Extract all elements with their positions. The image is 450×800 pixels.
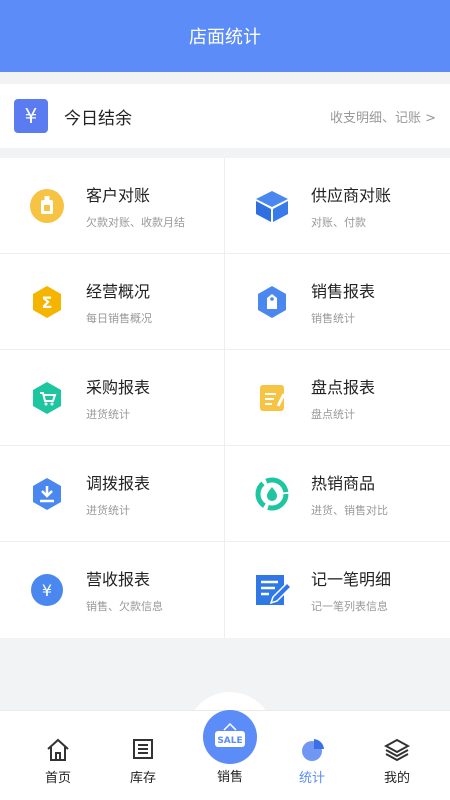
grid-item-subtitle: 记一笔列表信息	[311, 600, 388, 613]
grid-item-subtitle: 销售、欠款信息	[86, 600, 163, 613]
cart-icon	[28, 379, 66, 417]
grid-item-title: 供应商对账	[311, 185, 392, 205]
pencil-icon	[253, 379, 291, 417]
grid-item-notes-detail[interactable]: 记一笔明细 记一笔列表信息	[225, 542, 450, 638]
drop-cycle-icon	[253, 475, 291, 513]
svg-text:Σ: Σ	[42, 293, 53, 312]
download-icon	[28, 475, 66, 513]
tab-mine-label: 我的	[383, 771, 410, 786]
note-edit-icon	[253, 571, 291, 609]
grid-item-customer-reconcile[interactable]: 客户对账 欠款对账、收款月结	[0, 158, 225, 254]
grid-item-title: 销售报表	[311, 281, 376, 301]
yen-circle-icon: ¥	[28, 571, 66, 609]
grid-item-sales-report[interactable]: 销售报表 销售统计	[225, 254, 450, 350]
grid-item-purchase-report[interactable]: 采购报表 进货统计	[0, 350, 225, 446]
grid-item-title: 经营概况	[86, 281, 151, 301]
today-balance-title: 今日结余	[64, 108, 132, 129]
tab-home[interactable]: 首页	[23, 711, 93, 800]
tab-mine[interactable]: 我的	[362, 711, 432, 800]
grid-item-subtitle: 每日销售概况	[86, 311, 152, 325]
grid-item-title: 盘点报表	[311, 377, 376, 397]
grid-item-title: 调拨报表	[86, 473, 151, 493]
tag-icon	[253, 283, 291, 321]
balance-detail-link[interactable]: 收支明细、记账 >	[330, 107, 436, 126]
grid-item-revenue-report[interactable]: ¥ 营收报表 销售、欠款信息	[0, 542, 225, 638]
tab-stock[interactable]: 库存	[108, 711, 178, 800]
sale-sign-icon: SALE	[215, 722, 245, 747]
grid-item-subtitle: 对账、付款	[311, 215, 366, 229]
tab-stock-label: 库存	[129, 771, 156, 786]
header-bar: 店面统计	[0, 0, 450, 72]
page-title: 店面统计	[189, 27, 261, 48]
grid-item-title: 客户对账	[86, 185, 151, 205]
layers-icon	[383, 737, 411, 763]
home-icon	[45, 737, 71, 763]
grid-item-supplier-reconcile[interactable]: 供应商对账 对账、付款	[225, 158, 450, 254]
grid-item-title: 记一笔明细	[311, 570, 392, 589]
grid-item-inventory-report[interactable]: 盘点报表 盘点统计	[225, 350, 450, 446]
pie-chart-icon	[299, 737, 325, 763]
tab-home-label: 首页	[44, 771, 71, 786]
grid-item-subtitle: 欠款对账、收款月结	[86, 215, 185, 229]
grid-item-subtitle: 进货、销售对比	[311, 503, 388, 517]
grid-item-subtitle: 销售统计	[311, 311, 355, 325]
sigma-icon: Σ	[28, 283, 66, 321]
grid-item-subtitle: 进货统计	[86, 503, 130, 517]
grid-item-subtitle: 进货统计	[86, 407, 130, 421]
tab-stats[interactable]: 统计	[277, 711, 347, 800]
list-icon	[131, 737, 155, 763]
today-balance-row[interactable]: ¥ 今日结余 收支明细、记账 >	[0, 84, 450, 148]
grid-item-title: 采购报表	[86, 377, 151, 397]
grid-item-subtitle: 盘点统计	[311, 407, 355, 421]
sale-button[interactable]: SALE	[203, 710, 257, 764]
svg-text:¥: ¥	[42, 581, 52, 600]
yen-icon: ¥	[14, 99, 48, 133]
tab-stats-label: 统计	[298, 771, 325, 786]
badge-icon	[28, 187, 66, 225]
grid-item-title: 热销商品	[311, 473, 376, 493]
grid-item-title: 营收报表	[86, 570, 151, 589]
stats-grid: 客户对账 欠款对账、收款月结 供应商对账 对账、付款 Σ 经营概况 每日销售概况…	[0, 158, 450, 638]
grid-item-hot-products[interactable]: 热销商品 进货、销售对比	[225, 446, 450, 542]
grid-item-transfer-report[interactable]: 调拨报表 进货统计	[0, 446, 225, 542]
sale-badge-text: SALE	[217, 736, 242, 746]
box-icon	[253, 187, 291, 225]
grid-item-business-overview[interactable]: Σ 经营概况 每日销售概况	[0, 254, 225, 350]
tab-sale-label: 销售	[216, 770, 243, 785]
